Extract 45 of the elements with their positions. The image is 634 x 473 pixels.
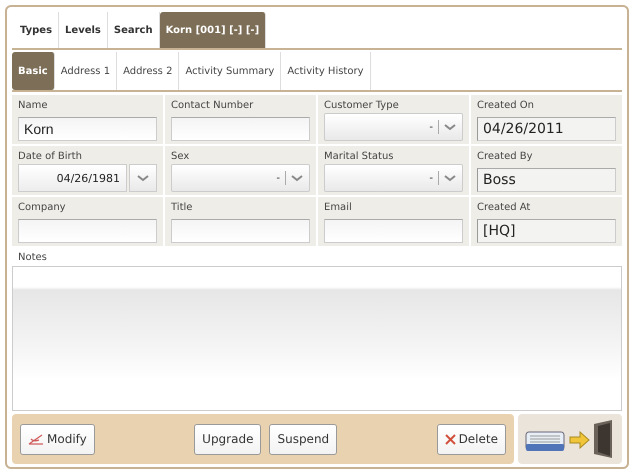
field-label: Date of Birth xyxy=(18,151,83,162)
tab[interactable]: Activity Summary xyxy=(179,52,282,90)
field-label: Contact Number xyxy=(171,100,254,111)
date-field[interactable]: 04/26/1981 xyxy=(18,164,127,192)
dropdown[interactable]: - xyxy=(324,164,463,192)
modify-button[interactable]: Modify xyxy=(20,424,95,454)
read-only-field: 04/26/2011 xyxy=(477,117,616,141)
text-field[interactable]: Korn xyxy=(18,117,157,141)
notes-field[interactable] xyxy=(12,266,622,411)
field-label: Sex xyxy=(171,151,190,162)
tab[interactable]: Korn [001] [-] [-] xyxy=(160,12,266,48)
plain-button[interactable]: Upgrade xyxy=(194,424,262,454)
tab[interactable]: Activity History xyxy=(281,52,370,90)
field-label: Created By xyxy=(477,151,534,162)
dropdown[interactable]: - xyxy=(171,164,310,192)
text-field[interactable] xyxy=(171,117,310,141)
tab[interactable]: Address 2 xyxy=(117,52,180,90)
field-label: Created On xyxy=(477,100,535,111)
field-label: Marital Status xyxy=(324,151,395,162)
chevron-down-icon xyxy=(137,174,149,182)
read-only-field: [HQ] xyxy=(477,219,616,243)
field-label: Name xyxy=(18,100,49,111)
field-label: Notes xyxy=(18,252,48,263)
close-icon xyxy=(444,434,456,444)
tab[interactable]: Basic xyxy=(12,52,55,90)
chevron-down-icon xyxy=(444,174,456,182)
chevron-down-icon xyxy=(291,174,303,182)
field-label: Title xyxy=(171,202,194,213)
field-label: Customer Type xyxy=(324,100,400,111)
field-label: Created At xyxy=(477,202,532,213)
date-dropdown-button[interactable] xyxy=(129,164,157,192)
text-field[interactable] xyxy=(171,219,310,243)
text-field[interactable] xyxy=(324,219,463,243)
field-label: Email xyxy=(324,202,353,213)
plain-button[interactable]: Suspend xyxy=(269,424,338,454)
pencil-icon xyxy=(28,433,44,445)
delete-button[interactable]: Delete xyxy=(436,424,506,454)
chevron-down-icon xyxy=(444,124,456,130)
read-only-field: Boss xyxy=(477,168,616,192)
field-label: Company xyxy=(18,202,67,213)
tab[interactable]: Levels xyxy=(59,12,108,48)
tab[interactable]: Types xyxy=(14,12,60,48)
text-field[interactable] xyxy=(18,219,157,243)
tab[interactable]: Address 1 xyxy=(54,52,118,90)
dropdown[interactable]: - xyxy=(324,113,463,141)
